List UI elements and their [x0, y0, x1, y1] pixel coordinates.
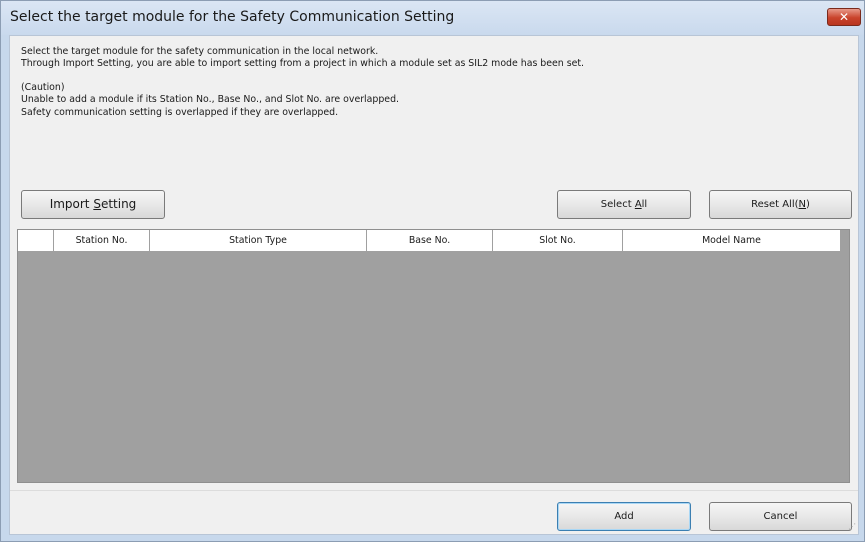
- description-line: Select the target module for the safety …: [21, 46, 379, 57]
- reset-all-button[interactable]: Reset All(N): [709, 190, 852, 219]
- size-grip-icon[interactable]: ⋰: [846, 522, 856, 532]
- caution-heading: (Caution): [21, 81, 65, 93]
- title-bar[interactable]: Select the target module for the Safety …: [1, 1, 864, 35]
- column-header-station-no[interactable]: Station No.: [54, 230, 150, 251]
- close-button[interactable]: ✕: [827, 8, 861, 26]
- module-table[interactable]: Station No. Station Type Base No. Slot N…: [17, 229, 850, 483]
- row-selector-header[interactable]: [18, 230, 54, 251]
- column-header-model-name[interactable]: Model Name: [623, 230, 841, 251]
- description-text: Select the target module for the safety …: [21, 46, 841, 119]
- column-header-slot-no[interactable]: Slot No.: [493, 230, 623, 251]
- select-all-button[interactable]: Select All: [557, 190, 691, 219]
- column-header-station-type[interactable]: Station Type: [150, 230, 367, 251]
- caution-line: Safety communication setting is overlapp…: [21, 106, 339, 118]
- caution-line: Unable to add a module if its Station No…: [21, 94, 400, 106]
- description-line: Through Import Setting, you are able to …: [21, 58, 585, 70]
- import-setting-button[interactable]: Import Setting: [21, 190, 165, 219]
- column-header-base-no[interactable]: Base No.: [367, 230, 493, 251]
- footer-divider: [10, 490, 858, 491]
- table-header: Station No. Station Type Base No. Slot N…: [18, 230, 841, 252]
- dialog-body: Select the target module for the safety …: [9, 35, 859, 535]
- add-button[interactable]: Add: [557, 502, 691, 531]
- dialog-title: Select the target module for the Safety …: [10, 9, 455, 25]
- dialog-window: Select the target module for the Safety …: [0, 0, 865, 542]
- cancel-button[interactable]: Cancel: [709, 502, 852, 531]
